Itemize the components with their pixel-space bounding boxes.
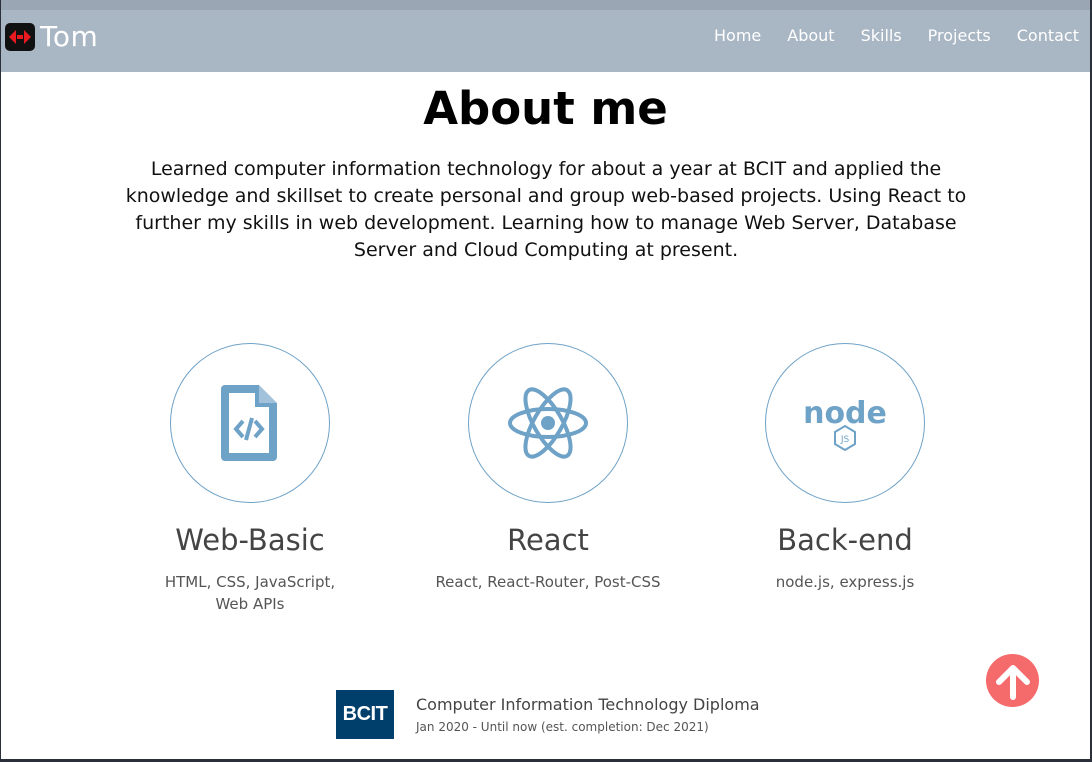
skill-description: React, React-Router, Post-CSS	[435, 573, 661, 591]
education-title: Computer Information Technology Diploma	[416, 695, 760, 714]
bcit-logo: BCIT	[336, 690, 394, 739]
skill-card-back-end: node JS Back-end node.js, express.js	[715, 343, 975, 593]
education-dates: Jan 2020 - Until now (est. completion: D…	[416, 720, 709, 734]
brand-logo-icon	[5, 22, 35, 51]
skill-description: node.js, express.js	[775, 573, 915, 591]
brand[interactable]: Tom	[5, 20, 98, 53]
react-icon	[508, 387, 588, 459]
skill-title: Web-Basic	[175, 523, 325, 557]
skill-card-web-basic: Web-Basic HTML, CSS, JavaScript, Web API…	[120, 343, 380, 615]
arrow-up-icon	[995, 664, 1030, 700]
skill-icon-circle	[468, 343, 628, 503]
skill-description: HTML, CSS, JavaScript, Web APIs	[164, 573, 336, 613]
nav-link-contact[interactable]: Contact	[1017, 26, 1079, 45]
about-intro: Learned computer information technology …	[125, 158, 967, 261]
education-entry: BCIT Computer Information Technology Dip…	[336, 690, 760, 739]
nav-link-about[interactable]: About	[787, 26, 834, 45]
skill-card-react: React React, React-Router, Post-CSS	[418, 343, 678, 593]
code-file-icon	[221, 385, 277, 461]
scroll-to-top-button[interactable]	[986, 654, 1039, 707]
page-title: About me	[423, 82, 668, 135]
svg-text:JS: JS	[840, 435, 850, 445]
navbar: Tom Home About Skills Projects Contact	[1, 0, 1090, 72]
nav-links: Home About Skills Projects Contact	[688, 26, 1079, 45]
page: Tom Home About Skills Projects Contact A…	[1, 0, 1090, 759]
nav-link-home[interactable]: Home	[714, 26, 761, 45]
nodejs-icon: node JS	[803, 396, 887, 452]
brand-name: Tom	[40, 20, 99, 53]
nav-link-skills[interactable]: Skills	[861, 26, 902, 45]
skill-icon-circle: node JS	[765, 343, 925, 503]
nav-link-projects[interactable]: Projects	[928, 26, 991, 45]
education-text: Computer Information Technology Diploma …	[416, 695, 760, 739]
skill-title: React	[507, 523, 589, 557]
skill-icon-circle	[170, 343, 330, 503]
skill-title: Back-end	[777, 523, 913, 557]
